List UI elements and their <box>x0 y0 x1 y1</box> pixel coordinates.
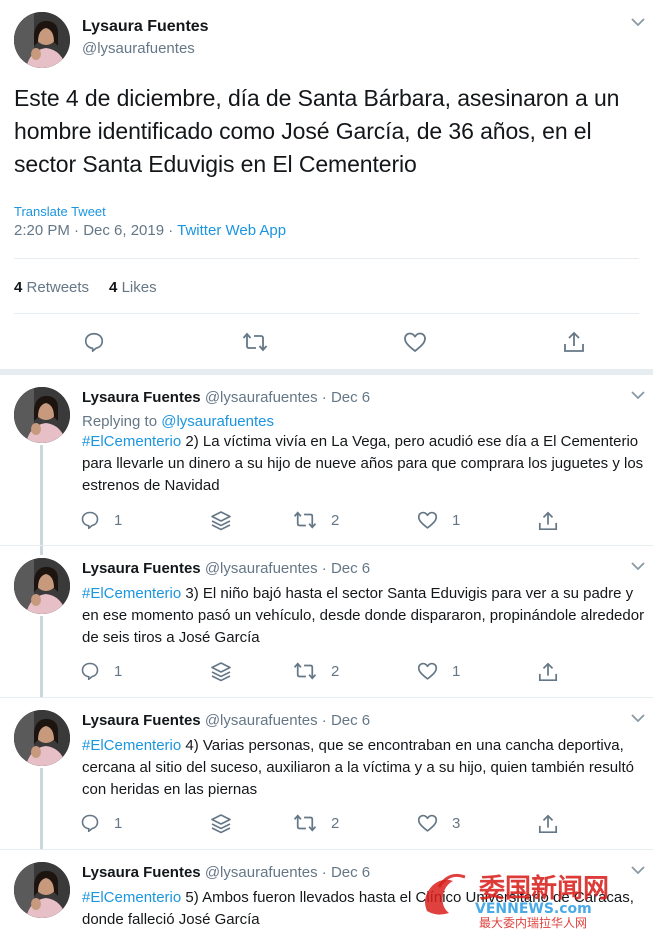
thread-line <box>40 768 43 849</box>
retweet-icon <box>293 814 317 832</box>
avatar[interactable] <box>14 710 70 766</box>
reply-button[interactable]: 1 <box>80 510 122 530</box>
watermark-subtitle: 最大委内瑞拉华人网 <box>479 915 587 929</box>
thread-line <box>40 445 43 555</box>
author-name[interactable]: Lysaura Fuentes <box>82 864 201 881</box>
reply-icon <box>81 511 99 530</box>
retweets-count[interactable]: 4 <box>14 279 22 296</box>
watermark-domain: VENNEWS.com <box>475 901 592 917</box>
reply-text: #ElCementerio 3) El niño bajó hasta el s… <box>82 583 650 649</box>
chevron-down-icon[interactable] <box>631 558 645 576</box>
like-count: 3 <box>452 814 461 832</box>
translate-tweet-link[interactable]: Translate Tweet <box>14 204 106 219</box>
reply-tweet[interactable]: Lysaura Fuentes @lysaurafuentes · Dec 6 … <box>0 375 653 555</box>
reply-tweet[interactable]: Lysaura Fuentes @lysaurafuentes · Dec 6 … <box>0 546 653 697</box>
hashtag-link[interactable]: #ElCementerio <box>82 433 181 450</box>
chevron-down-icon[interactable] <box>631 387 645 405</box>
share-icon[interactable] <box>538 813 558 835</box>
watermark-logo-icon: 委国新闻网 VENNEWS.com 最大委内瑞拉华人网 <box>425 873 609 930</box>
author-name[interactable]: Lysaura Fuentes <box>82 712 201 729</box>
avatar[interactable] <box>14 387 70 443</box>
hashtag-link[interactable]: #ElCementerio <box>82 889 181 906</box>
replying-to: Replying to @lysaurafuentes <box>82 413 274 430</box>
retweet-count: 2 <box>331 511 340 529</box>
reply-header: Lysaura Fuentes @lysaurafuentes · Dec 6 <box>82 864 370 881</box>
reply-button[interactable]: 1 <box>80 661 122 681</box>
reply-button[interactable]: 1 <box>80 813 122 833</box>
author-handle[interactable]: @lysaurafuentes <box>82 40 195 57</box>
reply-header: Lysaura Fuentes @lysaurafuentes · Dec 6 <box>82 712 370 729</box>
replying-to-handle[interactable]: @lysaurafuentes <box>161 413 274 430</box>
tweet-timestamp[interactable]: 2:20 PM · Dec 6, 2019 · <box>14 222 177 239</box>
reply-actions: 1 2 1 <box>0 661 653 683</box>
reply-actions: 1 2 3 <box>0 813 653 835</box>
like-button[interactable]: 3 <box>417 813 460 833</box>
thread-line <box>40 616 43 697</box>
reply-count: 1 <box>114 814 123 832</box>
retweet-icon[interactable] <box>242 331 268 353</box>
retweet-button[interactable]: 2 <box>293 510 339 530</box>
main-tweet-actions <box>0 328 653 358</box>
retweets-label[interactable]: Retweets <box>27 279 90 296</box>
stack-icon[interactable] <box>210 510 232 532</box>
retweet-count: 2 <box>331 814 340 832</box>
stack-icon[interactable] <box>210 661 232 683</box>
main-tweet: Lysaura Fuentes @lysaurafuentes Este 4 d… <box>0 0 653 369</box>
tweet-meta: 2:20 PM · Dec 6, 2019 · Twitter Web App <box>14 222 286 239</box>
handle-date[interactable]: @lysaurafuentes · Dec 6 <box>205 864 370 881</box>
reply-icon[interactable] <box>83 331 105 353</box>
reply-count: 1 <box>114 662 123 680</box>
divider <box>14 313 639 314</box>
avatar[interactable] <box>14 558 70 614</box>
source-app-link[interactable]: Twitter Web App <box>177 222 286 239</box>
handle-date[interactable]: @lysaurafuentes · Dec 6 <box>205 389 370 406</box>
avatar[interactable] <box>14 862 70 918</box>
handle-date[interactable]: @lysaurafuentes · Dec 6 <box>205 712 370 729</box>
share-icon[interactable] <box>538 661 558 683</box>
like-icon[interactable] <box>403 331 427 353</box>
stack-icon[interactable] <box>210 813 232 835</box>
retweet-icon <box>293 662 317 680</box>
author-name[interactable]: Lysaura Fuentes <box>82 560 201 577</box>
like-icon <box>417 511 438 529</box>
likes-count[interactable]: 4 <box>109 279 117 296</box>
reply-actions: 1 2 1 <box>0 510 653 532</box>
replying-to-label: Replying to <box>82 413 162 430</box>
hashtag-link[interactable]: #ElCementerio <box>82 585 181 602</box>
retweet-button[interactable]: 2 <box>293 661 339 681</box>
retweet-button[interactable]: 2 <box>293 813 339 833</box>
retweet-count: 2 <box>331 662 340 680</box>
share-icon[interactable] <box>563 330 585 354</box>
like-count: 1 <box>452 662 461 680</box>
reply-header: Lysaura Fuentes @lysaurafuentes · Dec 6 <box>82 389 370 406</box>
reply-tweet[interactable]: Lysaura Fuentes @lysaurafuentes · Dec 6 … <box>0 698 653 849</box>
share-icon[interactable] <box>538 510 558 532</box>
watermark-title: 委国新闻网 <box>479 873 609 904</box>
news-watermark: 委国新闻网 VENNEWS.com 最大委内瑞拉华人网 <box>419 867 649 930</box>
divider <box>14 258 639 259</box>
reply-icon <box>81 814 99 833</box>
reply-count: 1 <box>114 511 123 529</box>
chevron-down-icon[interactable] <box>631 710 645 728</box>
author-name[interactable]: Lysaura Fuentes <box>82 389 201 406</box>
like-button[interactable]: 1 <box>417 510 460 530</box>
reply-header: Lysaura Fuentes @lysaurafuentes · Dec 6 <box>82 560 370 577</box>
reply-text: #ElCementerio 2) La víctima vivía en La … <box>82 431 650 497</box>
tweet-text: Este 4 de diciembre, día de Santa Bárbar… <box>14 85 620 177</box>
chevron-down-icon[interactable] <box>631 14 645 32</box>
engagement-stats: 4 Retweets 4 Likes <box>14 279 157 296</box>
hashtag-link[interactable]: #ElCementerio <box>82 737 181 754</box>
retweet-icon <box>293 511 317 529</box>
like-icon <box>417 814 438 832</box>
avatar[interactable] <box>14 12 70 68</box>
likes-label[interactable]: Likes <box>122 279 157 296</box>
author-name[interactable]: Lysaura Fuentes <box>82 18 209 36</box>
like-icon <box>417 662 438 680</box>
reply-text: #ElCementerio 4) Varias personas, que se… <box>82 735 650 801</box>
like-button[interactable]: 1 <box>417 661 460 681</box>
reply-icon <box>81 662 99 681</box>
handle-date[interactable]: @lysaurafuentes · Dec 6 <box>205 560 370 577</box>
like-count: 1 <box>452 511 461 529</box>
